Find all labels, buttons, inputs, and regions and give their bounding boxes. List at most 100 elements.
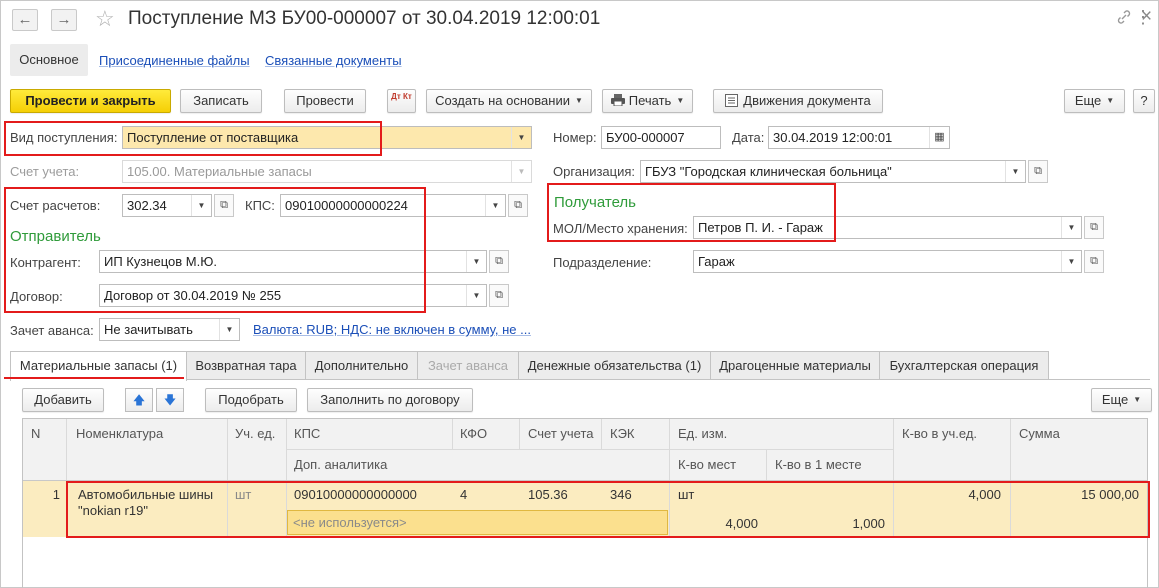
grid-line bbox=[452, 419, 453, 449]
col-header-sum[interactable]: Сумма bbox=[1019, 426, 1060, 441]
date-value: 30.04.2019 12:00:01 bbox=[773, 130, 893, 145]
open-contract-button[interactable]: ⧉ bbox=[489, 284, 509, 307]
col-header-kek[interactable]: КЭК bbox=[610, 426, 635, 441]
tab-monetary-obligations[interactable]: Денежные обязательства (1) bbox=[518, 351, 711, 379]
highlight-active-tab bbox=[4, 377, 184, 379]
col-header-n[interactable]: N bbox=[31, 426, 40, 441]
currency-vat-link[interactable]: Валюта: RUB; НДС: не включен в сумму, не… bbox=[253, 322, 531, 337]
open-kps-button[interactable]: ⧉ bbox=[508, 194, 528, 217]
arrow-right-icon: → bbox=[56, 11, 72, 28]
col-header-kps[interactable]: КПС bbox=[294, 426, 320, 441]
organization-label: Организация: bbox=[553, 164, 636, 179]
number-field[interactable]: БУ00-000007 bbox=[601, 126, 721, 149]
dropdown-arrow-icon: ▼ bbox=[511, 161, 531, 182]
post-button[interactable]: Провести bbox=[284, 89, 366, 113]
add-row-button[interactable]: Добавить bbox=[22, 388, 104, 412]
post-and-close-button[interactable]: Провести и закрыть bbox=[10, 89, 171, 113]
create-based-on-label: Создать на основании bbox=[435, 93, 570, 108]
grid-line bbox=[601, 419, 602, 449]
move-down-button[interactable]: 🡇 bbox=[156, 388, 184, 412]
dropdown-arrow-icon[interactable]: ▼ bbox=[1005, 161, 1025, 182]
tab-accounting-operation[interactable]: Бухгалтерская операция bbox=[879, 351, 1049, 379]
movements-icon bbox=[725, 94, 739, 107]
account-field: 105.00. Материальные запасы ▼ bbox=[122, 160, 532, 183]
date-label: Дата: bbox=[732, 130, 765, 145]
close-icon[interactable]: × bbox=[1141, 6, 1152, 28]
date-field[interactable]: 30.04.2019 12:00:01 ▦ bbox=[768, 126, 950, 149]
printer-icon bbox=[610, 94, 625, 107]
open-organization-button[interactable]: ⧉ bbox=[1028, 160, 1048, 183]
col-header-measure[interactable]: Ед. изм. bbox=[678, 426, 727, 441]
pick-button[interactable]: Подобрать bbox=[205, 388, 297, 412]
forward-button[interactable]: → bbox=[51, 9, 77, 31]
table-more-button[interactable]: Еще ▼ bbox=[1091, 388, 1152, 412]
favorite-star-icon[interactable]: ☆ bbox=[95, 6, 115, 32]
col-header-extra-analytics[interactable]: Доп. аналитика bbox=[294, 457, 387, 472]
arrow-up-icon: 🡅 bbox=[132, 393, 146, 407]
number-label: Номер: bbox=[553, 130, 597, 145]
link-icon[interactable] bbox=[1116, 9, 1132, 30]
highlight-recipient bbox=[547, 183, 836, 242]
fill-by-contract-button[interactable]: Заполнить по договору bbox=[307, 388, 473, 412]
print-button[interactable]: Печать ▼ bbox=[602, 89, 693, 113]
more-button[interactable]: Еще ▼ bbox=[1064, 89, 1125, 113]
dropdown-arrow-icon[interactable]: ▼ bbox=[466, 251, 486, 272]
division-field[interactable]: Гараж ▼ bbox=[693, 250, 1082, 273]
tab-attached-files[interactable]: Присоединенные файлы bbox=[99, 53, 250, 68]
tab-additional[interactable]: Дополнительно bbox=[305, 351, 418, 379]
organization-field[interactable]: ГБУЗ "Городская клиническая больница" ▼ bbox=[640, 160, 1026, 183]
arrow-left-icon: ← bbox=[17, 11, 33, 28]
account-value: 105.00. Материальные запасы bbox=[127, 164, 312, 179]
dropdown-arrow-icon[interactable]: ▼ bbox=[1061, 217, 1081, 238]
save-button[interactable]: Записать bbox=[180, 89, 262, 113]
tab-returnable-containers[interactable]: Возвратная тара bbox=[186, 351, 306, 379]
col-header-account[interactable]: Счет учета bbox=[528, 426, 594, 441]
highlight-sender bbox=[4, 187, 426, 313]
advance-value: Не зачитывать bbox=[104, 322, 193, 337]
grid-line bbox=[766, 449, 767, 480]
movements-label: Движения документа bbox=[743, 93, 871, 108]
caret-down-icon: ▼ bbox=[676, 96, 685, 105]
organization-value: ГБУЗ "Городская клиническая больница" bbox=[645, 164, 892, 179]
col-header-unit[interactable]: Уч. ед. bbox=[235, 426, 275, 441]
move-up-button[interactable]: 🡅 bbox=[125, 388, 153, 412]
highlight-table-row bbox=[66, 481, 1150, 538]
back-button[interactable]: ← bbox=[12, 9, 38, 31]
create-based-on-button[interactable]: Создать на основании ▼ bbox=[426, 89, 592, 113]
col-header-qty-unit[interactable]: К-во в уч.ед. bbox=[902, 426, 977, 441]
dt-kt-button[interactable]: Дт Кт bbox=[387, 89, 416, 113]
tabbar-divider bbox=[186, 379, 1150, 380]
col-header-kfo[interactable]: КФО bbox=[460, 426, 487, 441]
dropdown-arrow-icon[interactable]: ▼ bbox=[466, 285, 486, 306]
advance-label: Зачет аванса: bbox=[10, 323, 94, 338]
dropdown-arrow-icon[interactable]: ▼ bbox=[485, 195, 505, 216]
caret-down-icon: ▼ bbox=[574, 96, 583, 105]
dropdown-arrow-icon[interactable]: ▼ bbox=[219, 319, 239, 340]
col-header-places[interactable]: К-во мест bbox=[678, 457, 736, 472]
open-counterparty-button[interactable]: ⧉ bbox=[489, 250, 509, 273]
more-label: Еще bbox=[1074, 93, 1102, 108]
advance-field[interactable]: Не зачитывать ▼ bbox=[99, 318, 240, 341]
dropdown-arrow-icon[interactable]: ▼ bbox=[511, 127, 531, 148]
dropdown-arrow-icon[interactable]: ▼ bbox=[1061, 251, 1081, 272]
tab-precious-materials[interactable]: Драгоценные материалы bbox=[710, 351, 880, 379]
open-division-button[interactable]: ⧉ bbox=[1084, 250, 1104, 273]
tab-related-documents[interactable]: Связанные документы bbox=[265, 53, 402, 68]
grid-line bbox=[286, 449, 893, 450]
caret-down-icon: ▼ bbox=[1106, 96, 1115, 105]
col-header-nomenclature[interactable]: Номенклатура bbox=[76, 426, 163, 441]
highlight-receipt-type bbox=[4, 121, 382, 156]
arrow-down-icon: 🡇 bbox=[163, 393, 177, 407]
tab-main[interactable]: Основное bbox=[10, 44, 88, 76]
division-label: Подразделение: bbox=[553, 255, 652, 270]
open-mol-button[interactable]: ⧉ bbox=[1084, 216, 1104, 239]
caret-down-icon: ▼ bbox=[1133, 395, 1142, 404]
calendar-icon[interactable]: ▦ bbox=[929, 127, 949, 148]
col-header-per-place[interactable]: К-во в 1 месте bbox=[775, 457, 862, 472]
dt-kt-icon: Дт Кт bbox=[391, 92, 412, 101]
print-label: Печать bbox=[628, 93, 672, 108]
table-more-label: Еще bbox=[1101, 392, 1129, 407]
document-movements-button[interactable]: Движения документа bbox=[713, 89, 883, 113]
page-title: Поступление МЗ БУ00-000007 от 30.04.2019… bbox=[128, 8, 601, 29]
help-button[interactable]: ? bbox=[1133, 89, 1155, 113]
